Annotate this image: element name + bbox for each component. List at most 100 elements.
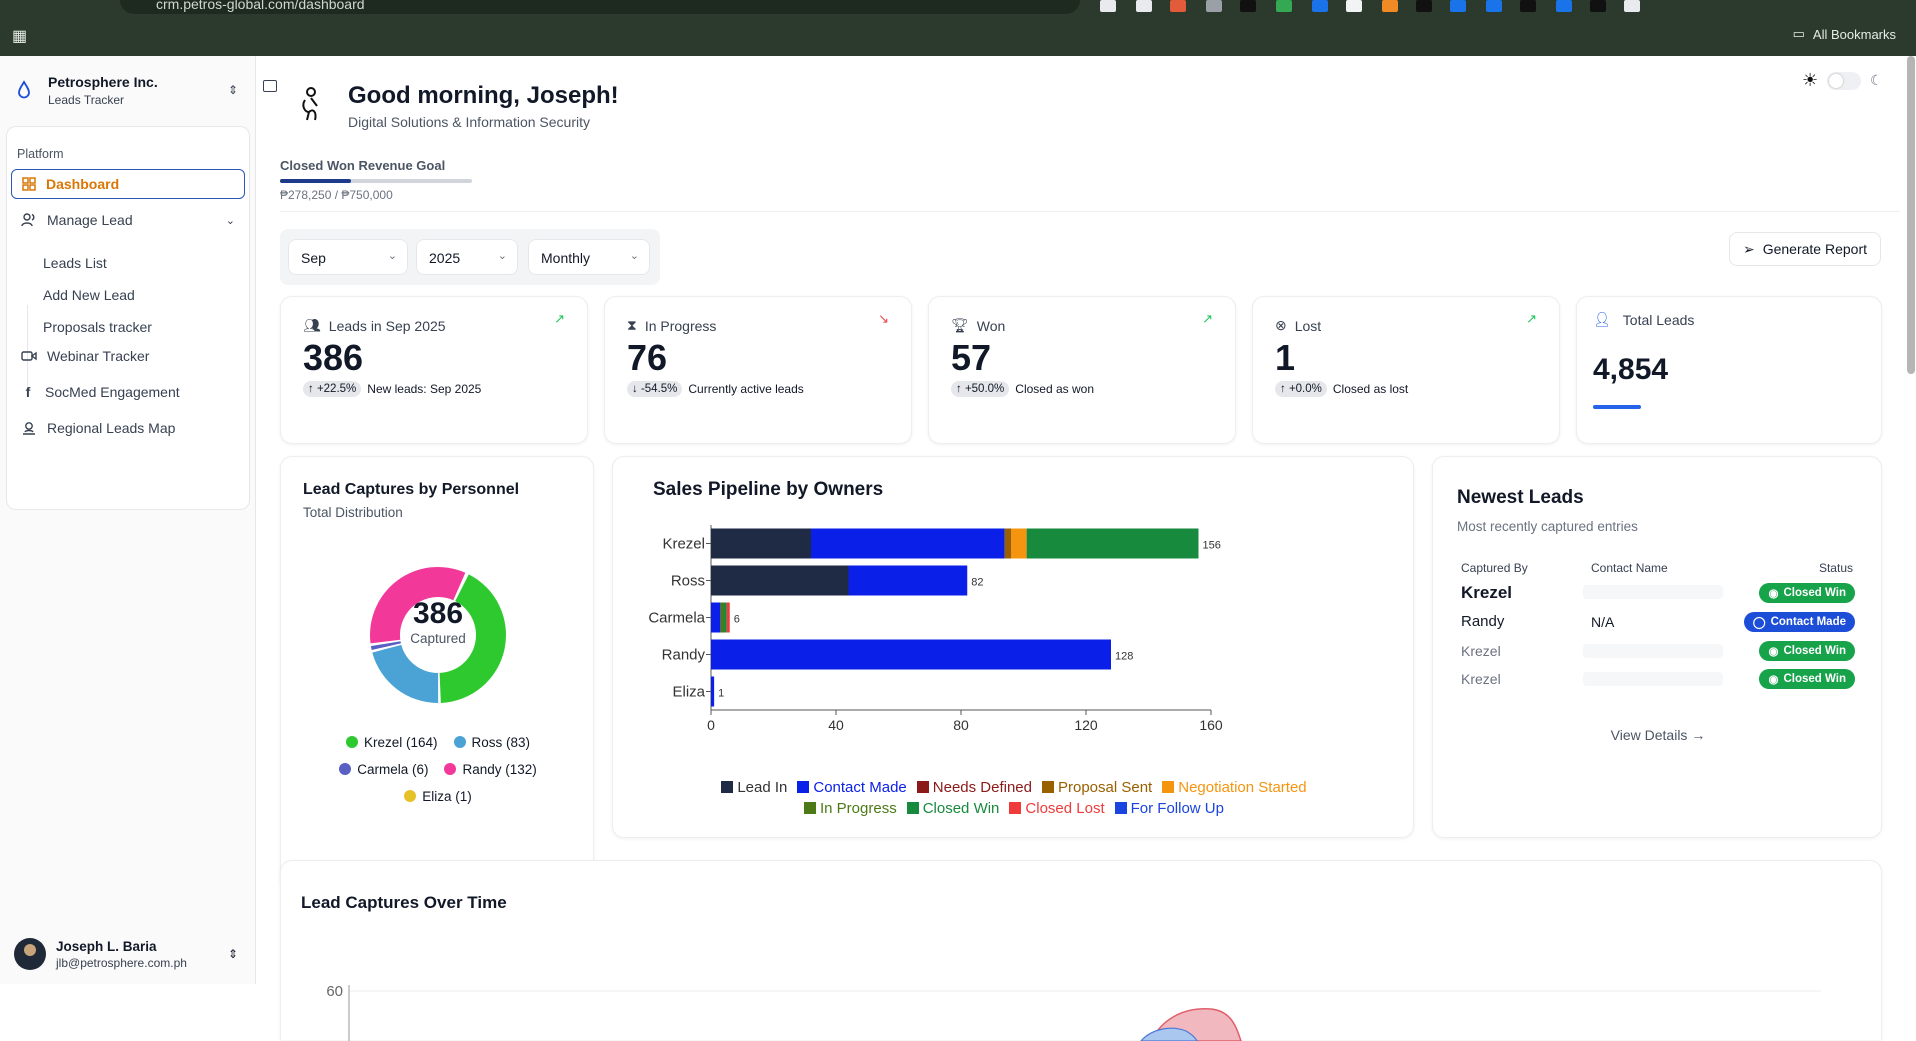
bar-segment[interactable] bbox=[726, 602, 730, 633]
legend-item[interactable]: In Progress bbox=[804, 800, 897, 817]
column-header: Contact Name bbox=[1591, 561, 1668, 575]
y-tick-label: Randy bbox=[662, 647, 706, 664]
map-user-icon bbox=[23, 422, 35, 435]
legend-item[interactable]: For Follow Up bbox=[1114, 800, 1224, 817]
bar-segment[interactable] bbox=[711, 528, 811, 559]
sun-icon: ☀ bbox=[1802, 70, 1819, 90]
stat-label: Leads in Sep 2025 bbox=[328, 317, 446, 334]
stat-value: 57 bbox=[951, 337, 992, 378]
table-row[interactable]: Krezel ◉ Closed Win bbox=[1433, 637, 1883, 665]
stat-value: 76 bbox=[627, 337, 668, 378]
stat-card-lost: ⊗ Lost ↗ 1 ↑ +0.0% Closed as lost bbox=[1252, 296, 1560, 444]
captured-by: Randy bbox=[1461, 613, 1505, 630]
table-row[interactable]: Krezel ◉ Closed Win bbox=[1433, 577, 1883, 605]
chevron-down-icon: ⌄ bbox=[629, 250, 639, 262]
card-subtitle: Most recently captured entries bbox=[1457, 519, 1638, 534]
bar-segment[interactable] bbox=[711, 565, 849, 596]
extension-icon[interactable] bbox=[1276, 0, 1292, 12]
extension-icon[interactable] bbox=[1590, 0, 1606, 12]
revenue-goal-title: Closed Won Revenue Goal bbox=[280, 158, 446, 173]
extension-icon[interactable] bbox=[1206, 0, 1222, 12]
bar-segment[interactable] bbox=[1011, 528, 1027, 559]
user-plus-icon: 👤︎ bbox=[1593, 311, 1611, 327]
stat-card-total-leads: 👤︎ Total Leads 4,854 bbox=[1576, 296, 1882, 444]
view-details-link[interactable]: View Details → bbox=[1433, 727, 1883, 743]
legend-item[interactable]: Negotiation Started bbox=[1162, 779, 1307, 796]
extension-icon[interactable] bbox=[1346, 0, 1362, 12]
nav-subitem-add-new-lead[interactable]: Add New Lead bbox=[43, 287, 135, 303]
year-select[interactable]: 2025 ⌄ bbox=[416, 239, 518, 275]
generate-report-button[interactable]: ➢ Generate Report bbox=[1729, 232, 1881, 266]
trophy-icon: 🏆︎ bbox=[951, 317, 969, 333]
stat-value: 386 bbox=[303, 337, 364, 378]
bar-segment[interactable] bbox=[720, 602, 724, 633]
table-row[interactable]: Krezel ◉ Closed Win bbox=[1433, 665, 1883, 693]
avatar bbox=[14, 938, 46, 970]
extension-icon[interactable] bbox=[1416, 0, 1432, 12]
bar-segment[interactable] bbox=[711, 639, 1111, 670]
extension-icon[interactable] bbox=[1520, 0, 1536, 12]
nav-item-webinar-tracker[interactable]: Webinar Tracker bbox=[11, 341, 245, 371]
donut-slice-ross[interactable] bbox=[372, 644, 439, 703]
legend-item[interactable]: Closed Lost bbox=[1009, 800, 1105, 817]
x-tick-label: 120 bbox=[1074, 717, 1098, 733]
user-menu[interactable]: Joseph L. Baria jlb@petrosphere.com.ph ⇕ bbox=[14, 936, 244, 972]
nav-item-label: Webinar Tracker bbox=[47, 348, 150, 364]
legend-item[interactable]: Lead In bbox=[721, 779, 787, 796]
extension-icon[interactable] bbox=[1136, 0, 1152, 12]
extension-icon[interactable] bbox=[1486, 0, 1502, 12]
bar-segment[interactable] bbox=[711, 676, 715, 707]
all-bookmarks-button[interactable]: ▭ All Bookmarks bbox=[1793, 26, 1896, 42]
nav-item-socmed-engagement[interactable]: f SocMed Engagement bbox=[11, 377, 245, 407]
extension-icon[interactable] bbox=[1450, 0, 1466, 12]
period-select[interactable]: Monthly ⌄ bbox=[528, 239, 650, 275]
captures-over-time-card: Lead Captures Over Time 60 bbox=[280, 860, 1882, 1041]
month-select[interactable]: Sep ⌄ bbox=[288, 239, 408, 275]
sidebar-toggle-icon[interactable] bbox=[263, 80, 277, 92]
table-row[interactable]: Randy N/A ◯ Contact Made bbox=[1433, 607, 1883, 635]
stat-value: 4,854 bbox=[1593, 353, 1669, 386]
bar-segment[interactable] bbox=[723, 602, 727, 633]
extension-icon[interactable] bbox=[1556, 0, 1572, 12]
nav-subitem-leads-list[interactable]: Leads List bbox=[43, 255, 107, 271]
check-circle-icon: ◉ bbox=[1768, 646, 1779, 658]
droplet-icon bbox=[18, 80, 30, 99]
bar-segment[interactable] bbox=[848, 565, 968, 596]
theme-toggle[interactable] bbox=[1827, 72, 1861, 90]
page-scrollbar[interactable] bbox=[1907, 56, 1915, 374]
stat-note: New leads: Sep 2025 bbox=[367, 382, 482, 396]
bar-segment[interactable] bbox=[1004, 528, 1011, 559]
trend-down-icon: ↘ bbox=[878, 311, 889, 326]
nav-item-dashboard[interactable]: Dashboard bbox=[11, 169, 245, 199]
extension-icon[interactable] bbox=[1382, 0, 1398, 12]
legend-item[interactable]: Closed Win bbox=[906, 800, 999, 817]
bar-segment[interactable] bbox=[1026, 528, 1199, 559]
nav-item-manage-lead[interactable]: Manage Lead ⌄ bbox=[11, 205, 245, 235]
stat-change: ↑ +22.5% bbox=[303, 381, 362, 397]
x-tick-label: 80 bbox=[953, 717, 969, 733]
nav-subitem-proposals-tracker[interactable]: Proposals tracker bbox=[43, 319, 152, 335]
apps-grid-icon[interactable]: ▦ bbox=[12, 26, 27, 46]
bar-total-label: 1 bbox=[718, 688, 724, 700]
extension-icon[interactable] bbox=[1240, 0, 1256, 12]
legend-item[interactable]: Needs Defined bbox=[916, 779, 1032, 796]
extension-badge[interactable] bbox=[1100, 0, 1116, 12]
card-title: Newest Leads bbox=[1457, 487, 1584, 508]
nav-item-regional-leads-map[interactable]: Regional Leads Map bbox=[11, 413, 245, 443]
extension-icon[interactable] bbox=[1624, 0, 1640, 12]
extension-icon[interactable] bbox=[1170, 0, 1186, 12]
extension-icon[interactable] bbox=[1312, 0, 1328, 12]
stat-value: 1 bbox=[1275, 337, 1296, 378]
hourglass-icon: ⧗ bbox=[627, 317, 637, 333]
legend-item[interactable]: Contact Made bbox=[797, 779, 907, 796]
video-icon bbox=[21, 351, 37, 361]
company-switcher[interactable]: Petrosphere Inc. Leads Tracker ⇕ bbox=[14, 70, 244, 110]
department-subtitle: Digital Solutions & Information Security bbox=[348, 114, 590, 130]
address-bar[interactable]: crm.petros-global.com/dashboard bbox=[120, 0, 1080, 14]
donut-center-value: 386 bbox=[412, 597, 464, 630]
bar-segment[interactable] bbox=[811, 528, 1005, 559]
greeting-figure-icon bbox=[302, 87, 318, 121]
bar-segment[interactable] bbox=[711, 602, 721, 633]
stat-note: Currently active leads bbox=[688, 382, 804, 396]
legend-item[interactable]: Proposal Sent bbox=[1042, 779, 1152, 796]
